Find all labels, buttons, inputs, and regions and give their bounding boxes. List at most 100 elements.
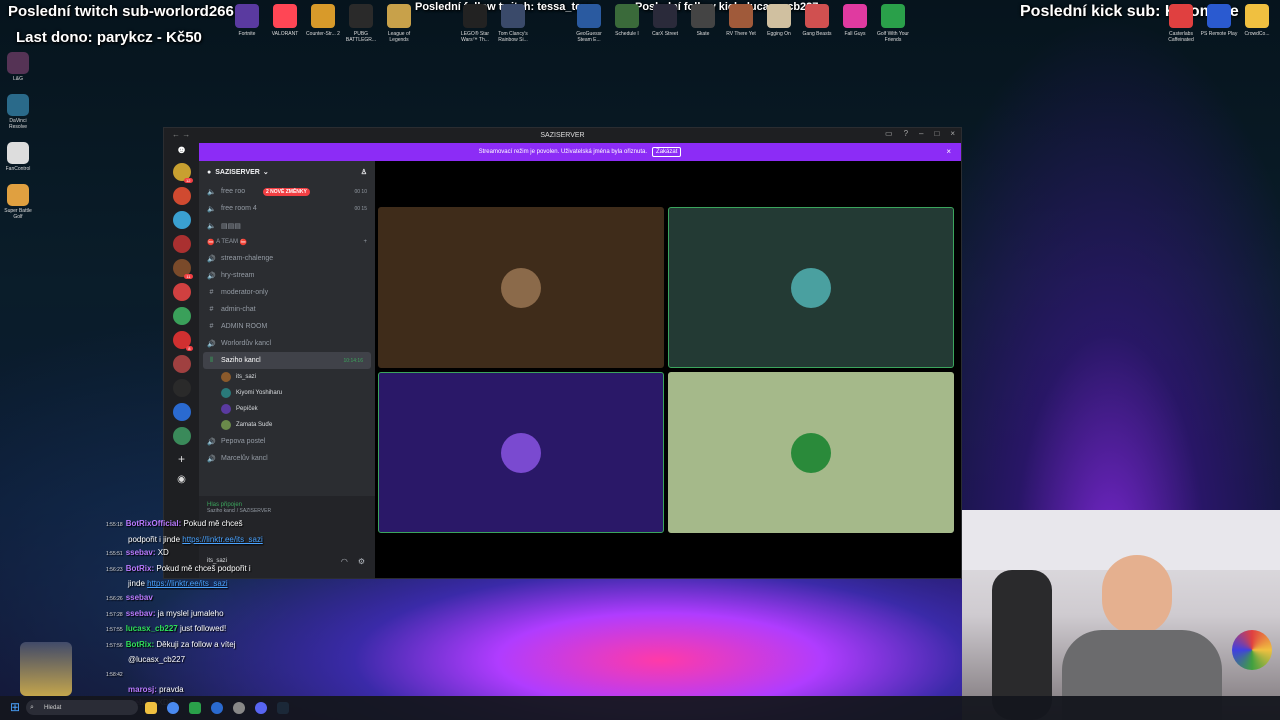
desktop-shortcut[interactable]: Fortnite — [228, 2, 266, 43]
shortcut-icon — [501, 4, 525, 28]
desktop-shortcut[interactable] — [532, 2, 570, 43]
server-icon[interactable] — [172, 211, 191, 229]
chat-message: Děkuji za follow a vítej — [154, 639, 236, 649]
file-explorer-icon[interactable] — [145, 702, 157, 714]
video-tile[interactable] — [378, 207, 664, 368]
steam-icon[interactable] — [277, 702, 289, 714]
close-banner-icon[interactable]: × — [946, 147, 951, 156]
voice-user[interactable]: its_sazi — [199, 369, 375, 385]
video-tile[interactable] — [378, 372, 664, 533]
taskbar-search[interactable]: ⌕ Hledat — [26, 700, 138, 715]
desktop-shortcut[interactable]: PUBG BATTLEGR... — [342, 2, 380, 43]
chrome-icon[interactable] — [167, 702, 179, 714]
shortcut-label: League of Legends — [387, 31, 411, 43]
chat-time: 1:56:26 — [106, 595, 123, 602]
maximize-button[interactable]: □ — [934, 129, 939, 138]
desktop-shortcut[interactable]: DaVinci Resolve — [2, 94, 34, 130]
server-icon[interactable] — [172, 427, 191, 445]
desktop-shortcut[interactable]: Schedule I — [608, 2, 646, 43]
back-forward-icon[interactable]: ← → — [172, 130, 190, 139]
desktop-shortcut[interactable]: Gang Beasts — [798, 2, 836, 43]
server-icon[interactable] — [172, 355, 191, 373]
server-icon[interactable]: 8 — [172, 331, 193, 351]
desktop-shortcut[interactable]: Fall Guys — [836, 2, 874, 43]
server-icon[interactable] — [172, 379, 191, 397]
server-icon[interactable]: 11 — [172, 259, 193, 279]
server-header[interactable]: ● SAZISERVER ⌄ ♙ — [199, 161, 375, 183]
desktop-shortcut[interactable]: Casterlabs Caffeinated — [1162, 2, 1200, 43]
voice-channel[interactable]: 🔈 free roo 2 NOVÉ ZMĚNKY 00 10 — [199, 183, 375, 200]
desktop-shortcut[interactable]: Egging On — [760, 2, 798, 43]
desktop-shortcut[interactable]: CarX Street — [646, 2, 684, 43]
server-icon[interactable] — [172, 403, 191, 421]
active-channel-name: Saziho kancl — [221, 357, 261, 364]
chat-link[interactable]: https://linktr.ee/its_sazi — [147, 579, 227, 588]
desktop-icons-right: Casterlabs Caffeinated PS Remote Play Crow… — [1162, 2, 1276, 43]
voice-user[interactable]: Zamata Suďe — [199, 417, 375, 433]
server-icon[interactable] — [172, 283, 191, 301]
channel-item[interactable]: 🔊 Pepova postel — [199, 433, 375, 450]
server-icon[interactable] — [172, 235, 191, 253]
desktop-shortcut[interactable]: Counter-Str... 2 — [304, 2, 342, 43]
desktop-shortcut[interactable]: VALORANT — [266, 2, 304, 43]
chat-line: 1:57:55 lucasx_cb227 just followed! — [106, 622, 366, 638]
video-tile[interactable] — [668, 207, 954, 368]
desktop-shortcut[interactable]: Super Battle Golf — [2, 184, 34, 220]
channel-item[interactable]: 🔊 hry-stream — [199, 267, 375, 284]
active-voice-channel[interactable]: ⦀ Saziho kancl 10:14:16 — [203, 352, 371, 369]
desktop-shortcut[interactable]: FanControl — [2, 142, 34, 172]
voice-user[interactable]: Kiyomi Yoshiharu — [199, 385, 375, 401]
channel-item[interactable]: 🔊 stream-chalenge — [199, 250, 375, 267]
close-button[interactable]: × — [950, 129, 955, 138]
obs-icon[interactable] — [233, 702, 245, 714]
channel-name: ADMIN ROOM — [221, 323, 268, 330]
new-mentions-badge[interactable]: 2 NOVÉ ZMĚNKY — [263, 187, 310, 196]
channel-item[interactable]: 🔊 Worlordův kancl — [199, 335, 375, 352]
desktop-shortcut[interactable]: GeoGuessr Steam E... — [570, 2, 608, 43]
user-name: Pepíček — [236, 406, 258, 412]
shortcut-icon — [805, 4, 829, 28]
minimize-button[interactable]: – — [919, 129, 923, 138]
channel-item[interactable]: # admin-chat — [199, 301, 375, 318]
edge-icon[interactable] — [211, 702, 223, 714]
server-icon[interactable] — [172, 307, 191, 325]
webcam-wheel — [1232, 630, 1272, 670]
channel-item[interactable]: 🔊 Marcelův kancl — [199, 450, 375, 467]
add-friend-icon[interactable]: ♙ — [361, 168, 367, 176]
add-channel-icon[interactable]: + — [363, 239, 367, 245]
inbox-icon[interactable]: ▭ — [885, 129, 893, 138]
shortcut-icon — [425, 4, 449, 28]
desktop-shortcut[interactable]: LEGO® Star Wars™ Th... — [456, 2, 494, 43]
channel-item[interactable]: # ADMIN ROOM — [199, 318, 375, 335]
server-icon[interactable] — [172, 187, 191, 205]
channel-item[interactable]: # moderator-only — [199, 284, 375, 301]
desktop-shortcut[interactable] — [418, 2, 456, 43]
voice-channel[interactable]: 🔈 free room 4 00 15 — [199, 200, 375, 217]
desktop-shortcut[interactable]: PS Remote Play — [1200, 2, 1238, 43]
video-tile[interactable] — [668, 372, 954, 533]
add-server-icon[interactable]: + — [178, 452, 185, 466]
green-app-icon[interactable] — [189, 702, 201, 714]
disable-streamer-mode-button[interactable]: Zakázat — [652, 147, 682, 157]
discover-icon[interactable]: ◉ — [177, 474, 186, 485]
category-a-team[interactable]: ⛔ A TEAM ⛔ + — [199, 234, 375, 250]
discord-icon[interactable] — [255, 702, 267, 714]
help-icon[interactable]: ? — [904, 129, 908, 138]
voice-channel[interactable]: 🔈 ▤▤▤ — [199, 217, 375, 234]
desktop-shortcut[interactable]: L&G — [2, 52, 34, 82]
desktop-shortcut[interactable]: Golf With Your Friends — [874, 2, 912, 43]
desktop-shortcut[interactable]: RV There Yet — [722, 2, 760, 43]
voice-user[interactable]: Pepíček — [199, 401, 375, 417]
desktop-shortcut[interactable]: Tom Clancy's Rainbow Si... — [494, 2, 532, 43]
shortcut-label: Golf With Your Friends — [877, 31, 909, 43]
server-icon[interactable]: 12 — [172, 163, 193, 183]
desktop-shortcut[interactable]: League of Legends — [380, 2, 418, 43]
chat-link[interactable]: https://linktr.ee/its_sazi — [182, 535, 262, 544]
discord-home-icon[interactable]: ☻ — [176, 144, 188, 156]
desktop-shortcut[interactable]: Skate — [684, 2, 722, 43]
shortcut-label: GeoGuessr Steam E... — [576, 31, 602, 43]
desktop-shortcut[interactable]: CrowdCo... — [1238, 2, 1276, 43]
windows-start-icon[interactable]: ⊞ — [10, 700, 20, 714]
shortcut-icon — [235, 4, 259, 28]
stream-chat-overlay: 1:55:18 BotRixOfficial: Pokud mě chceš pod… — [106, 517, 366, 712]
